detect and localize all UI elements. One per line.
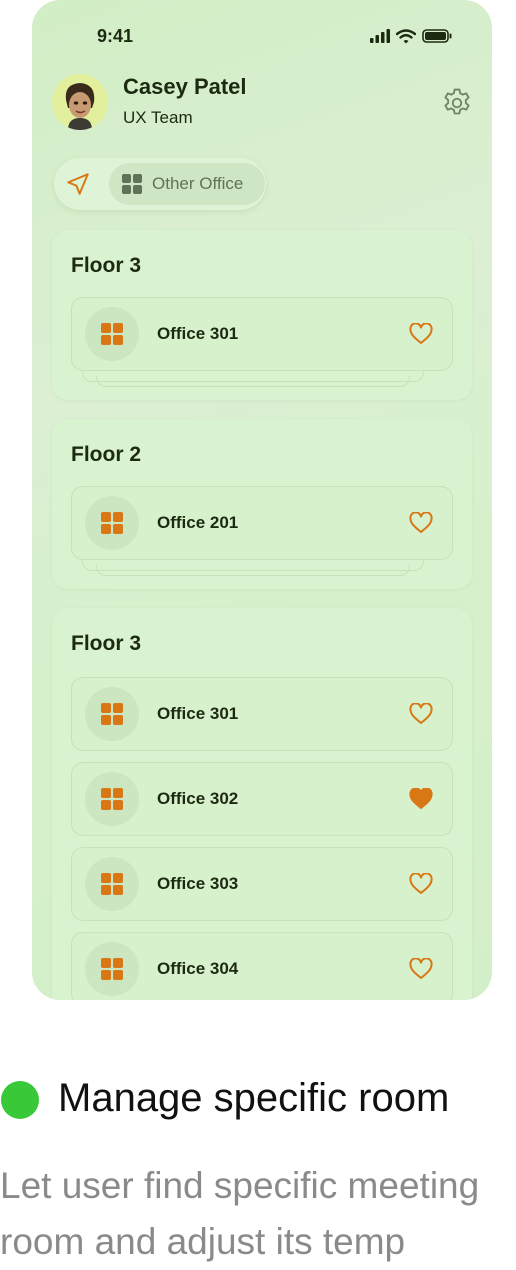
status-icons xyxy=(370,28,452,44)
grid-icon xyxy=(101,512,123,534)
room-row[interactable]: Office 304 xyxy=(71,932,453,1000)
heart-icon[interactable] xyxy=(409,512,433,534)
wifi-icon xyxy=(396,28,416,43)
room-icon-circle xyxy=(85,942,139,996)
battery-icon xyxy=(422,29,452,43)
heart-icon[interactable] xyxy=(409,703,433,725)
profile-team: UX Team xyxy=(123,108,193,127)
profile-name: Casey Patel xyxy=(123,74,247,99)
location-toggle: Other Office xyxy=(54,158,266,210)
stack-layer xyxy=(82,560,424,571)
room-name: Office 302 xyxy=(157,789,239,808)
caption-title: Manage specific room xyxy=(58,1076,450,1120)
status-time: 9:41 xyxy=(97,26,134,46)
heart-icon[interactable] xyxy=(409,958,433,980)
gear-icon[interactable] xyxy=(440,86,474,120)
room-icon-circle xyxy=(85,772,139,826)
other-office-option[interactable]: Other Office xyxy=(109,163,265,205)
stack-layer xyxy=(82,371,424,382)
room-icon-circle xyxy=(85,857,139,911)
heart-icon[interactable] xyxy=(409,873,433,895)
phone-screen: 9:41 Casey Patel UX Team Other Office Fl… xyxy=(32,0,492,1000)
grid-icon xyxy=(101,958,123,980)
room-name: Office 301 xyxy=(157,704,239,723)
room-row[interactable]: Office 301 xyxy=(71,297,453,371)
floor-card: Floor 3 Office 301 Office 302 Office 303… xyxy=(52,608,472,1000)
floor-card: Floor 3 Office 301 xyxy=(52,230,472,400)
heart-filled-icon[interactable] xyxy=(409,788,433,810)
room-name: Office 304 xyxy=(157,959,239,978)
room-name: Office 303 xyxy=(157,874,239,893)
caption-dot xyxy=(1,1081,39,1119)
floor-card: Floor 2 Office 201 xyxy=(52,419,472,589)
floor-title: Floor 3 xyxy=(71,254,142,277)
other-office-label: Other Office xyxy=(152,174,244,193)
heart-icon[interactable] xyxy=(409,323,433,345)
room-icon-circle xyxy=(85,687,139,741)
grid-icon xyxy=(101,873,123,895)
floor-title: Floor 3 xyxy=(71,632,142,655)
grid-icon xyxy=(122,174,142,194)
navigation-arrow-icon[interactable] xyxy=(65,171,91,197)
room-icon-circle xyxy=(85,307,139,361)
floor-title: Floor 2 xyxy=(71,443,142,466)
room-name: Office 201 xyxy=(157,513,239,532)
grid-icon xyxy=(101,788,123,810)
room-row[interactable]: Office 302 xyxy=(71,762,453,836)
room-icon-circle xyxy=(85,496,139,550)
caption-body: Let user find specific meeting room and … xyxy=(0,1165,480,1262)
room-row[interactable]: Office 303 xyxy=(71,847,453,921)
grid-icon xyxy=(101,323,123,345)
room-row[interactable]: Office 301 xyxy=(71,677,453,751)
room-row[interactable]: Office 201 xyxy=(71,486,453,560)
grid-icon xyxy=(101,703,123,725)
status-bar: 9:41 xyxy=(32,24,492,50)
signal-icon xyxy=(370,29,390,43)
room-name: Office 301 xyxy=(157,324,239,343)
avatar[interactable] xyxy=(52,74,108,130)
